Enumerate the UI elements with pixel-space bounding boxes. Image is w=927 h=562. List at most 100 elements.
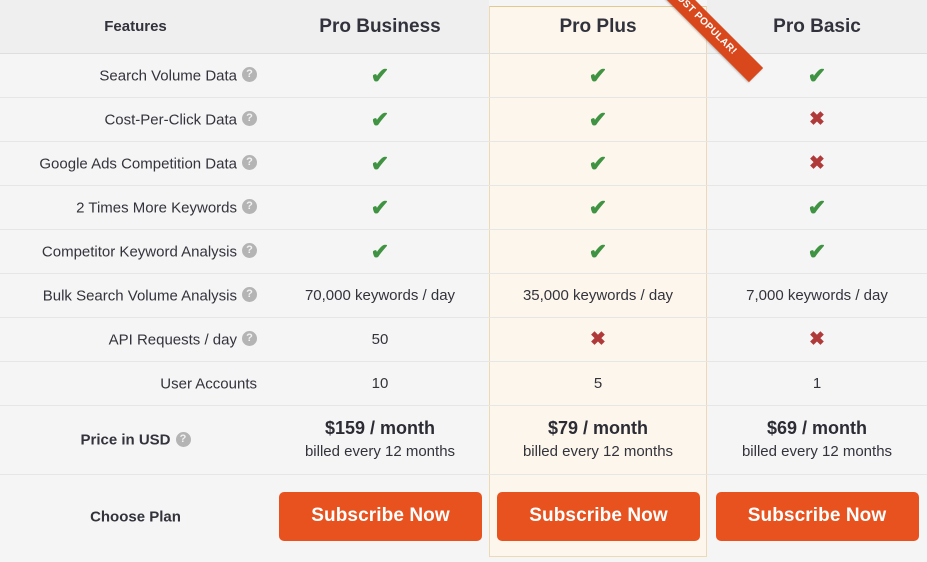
price-row-label-cell: Price in USD? <box>0 405 271 475</box>
value-cell-pro-plus: ✔ <box>489 185 707 230</box>
column-header-pro-plus: Pro Plus <box>489 0 707 54</box>
choose-plan-label-cell: Choose Plan <box>0 475 271 559</box>
check-icon: ✔ <box>370 106 390 132</box>
check-icon: ✔ <box>807 194 827 220</box>
value-cell-pro-plus: ✔ <box>489 229 707 274</box>
value-cell-pro-basic: 7,000 keywords / day <box>707 273 927 318</box>
table-header: Features Pro Business Pro Plus Pro Basic <box>0 0 927 54</box>
table-row: Google Ads Competition Data? ✔ ✔ ✖ <box>0 141 927 186</box>
value-cell-pro-plus: ✔ <box>489 97 707 142</box>
price-amount: $69 / month <box>766 417 868 438</box>
feature-label-cell: Google Ads Competition Data? <box>0 141 271 186</box>
value-cell-pro-plus: ✖ <box>489 317 707 362</box>
feature-label-cell: Search Volume Data? <box>0 53 271 98</box>
check-icon: ✔ <box>370 194 390 220</box>
price-billing-note: billed every 12 months <box>304 443 456 461</box>
price-cell-pro-basic: $69 / month billed every 12 months <box>707 405 927 475</box>
value-cell-pro-basic: ✔ <box>707 53 927 98</box>
choose-plan-row: Choose Plan Subscribe Now Subscribe Now … <box>0 475 927 559</box>
price-row: Price in USD? $159 / month billed every … <box>0 405 927 475</box>
feature-label: 2 Times More Keywords <box>76 199 237 217</box>
feature-label: Competitor Keyword Analysis <box>41 243 237 261</box>
value-cell-pro-plus: ✔ <box>489 53 707 98</box>
value-cell-pro-business: 10 <box>271 361 489 406</box>
check-icon: ✔ <box>588 62 608 88</box>
subscribe-cell-pro-plus: Subscribe Now <box>489 475 707 559</box>
plan-table: Features Pro Business Pro Plus Pro Basic… <box>0 0 927 559</box>
table-row: Bulk Search Volume Analysis? 70,000 keyw… <box>0 273 927 318</box>
value-cell-pro-business: 50 <box>271 317 489 362</box>
table-body: Search Volume Data? ✔ ✔ ✔ Cost-Per-Click… <box>0 53 927 559</box>
feature-label-cell: Bulk Search Volume Analysis? <box>0 273 271 318</box>
value-cell-pro-business: 70,000 keywords / day <box>271 273 489 318</box>
check-icon: ✔ <box>588 194 608 220</box>
table-row: 2 Times More Keywords? ✔ ✔ ✔ <box>0 185 927 230</box>
header-row: Features Pro Business Pro Plus Pro Basic <box>0 0 927 54</box>
feature-label: Google Ads Competition Data <box>39 155 237 173</box>
price-cell-pro-plus: $79 / month billed every 12 months <box>489 405 707 475</box>
table-row: Search Volume Data? ✔ ✔ ✔ <box>0 53 927 98</box>
check-icon: ✔ <box>370 150 390 176</box>
table-row: Cost-Per-Click Data? ✔ ✔ ✖ <box>0 97 927 142</box>
help-question-icon[interactable]: ? <box>242 111 257 127</box>
subscribe-button-pro-business[interactable]: Subscribe Now <box>279 492 482 542</box>
value-cell-pro-basic: ✖ <box>707 317 927 362</box>
table-row: API Requests / day? 50 ✖ ✖ <box>0 317 927 362</box>
feature-label: Bulk Search Volume Analysis <box>42 287 237 305</box>
column-header-features: Features <box>0 0 271 54</box>
value-cell-pro-basic: ✔ <box>707 185 927 230</box>
feature-label: User Accounts <box>160 375 257 393</box>
feature-label-cell: Competitor Keyword Analysis? <box>0 229 271 274</box>
check-icon: ✔ <box>807 62 827 88</box>
subscribe-cell-pro-basic: Subscribe Now <box>707 475 927 559</box>
feature-label-cell: User Accounts <box>0 361 271 406</box>
cross-icon: ✖ <box>809 109 825 130</box>
feature-label: Search Volume Data <box>99 67 237 85</box>
price-billing-note: billed every 12 months <box>522 443 674 461</box>
help-question-icon[interactable]: ? <box>242 287 257 303</box>
subscribe-cell-pro-business: Subscribe Now <box>271 475 489 559</box>
subscribe-button-pro-plus[interactable]: Subscribe Now <box>497 492 700 542</box>
check-icon: ✔ <box>588 150 608 176</box>
value-cell-pro-plus: 5 <box>489 361 707 406</box>
table-row: User Accounts 10 5 1 <box>0 361 927 406</box>
help-question-icon[interactable]: ? <box>242 67 257 83</box>
pricing-comparison-table: MOST POPULAR! Features Pro Business Pro … <box>0 0 927 562</box>
price-row-label: Price in USD <box>80 431 171 449</box>
help-question-icon[interactable]: ? <box>242 331 257 347</box>
value-cell-pro-basic: ✖ <box>707 97 927 142</box>
value-cell-pro-business: ✔ <box>271 53 489 98</box>
column-header-pro-business: Pro Business <box>271 0 489 54</box>
price-amount: $79 / month <box>547 417 649 438</box>
feature-label-cell: Cost-Per-Click Data? <box>0 97 271 142</box>
value-cell-pro-business: ✔ <box>271 229 489 274</box>
help-question-icon[interactable]: ? <box>242 199 257 215</box>
choose-plan-label: Choose Plan <box>90 508 181 526</box>
price-cell-pro-business: $159 / month billed every 12 months <box>271 405 489 475</box>
value-cell-pro-plus: 35,000 keywords / day <box>489 273 707 318</box>
value-cell-pro-basic: ✔ <box>707 229 927 274</box>
help-question-icon[interactable]: ? <box>242 243 257 259</box>
value-cell-pro-business: ✔ <box>271 185 489 230</box>
cross-icon: ✖ <box>590 329 606 350</box>
price-billing-note: billed every 12 months <box>741 443 893 461</box>
cross-icon: ✖ <box>809 329 825 350</box>
check-icon: ✔ <box>370 62 390 88</box>
help-question-icon[interactable]: ? <box>175 431 191 447</box>
help-question-icon[interactable]: ? <box>242 155 257 171</box>
cross-icon: ✖ <box>809 153 825 174</box>
subscribe-button-pro-basic[interactable]: Subscribe Now <box>715 492 919 542</box>
value-cell-pro-basic: 1 <box>707 361 927 406</box>
check-icon: ✔ <box>370 238 390 264</box>
value-cell-pro-basic: ✖ <box>707 141 927 186</box>
check-icon: ✔ <box>588 238 608 264</box>
feature-label-cell: 2 Times More Keywords? <box>0 185 271 230</box>
check-icon: ✔ <box>807 238 827 264</box>
value-cell-pro-business: ✔ <box>271 97 489 142</box>
price-amount: $159 / month <box>324 417 436 438</box>
check-icon: ✔ <box>588 106 608 132</box>
feature-label: Cost-Per-Click Data <box>104 111 237 129</box>
column-header-pro-basic: Pro Basic <box>707 0 927 54</box>
table-row: Competitor Keyword Analysis? ✔ ✔ ✔ <box>0 229 927 274</box>
feature-label-cell: API Requests / day? <box>0 317 271 362</box>
